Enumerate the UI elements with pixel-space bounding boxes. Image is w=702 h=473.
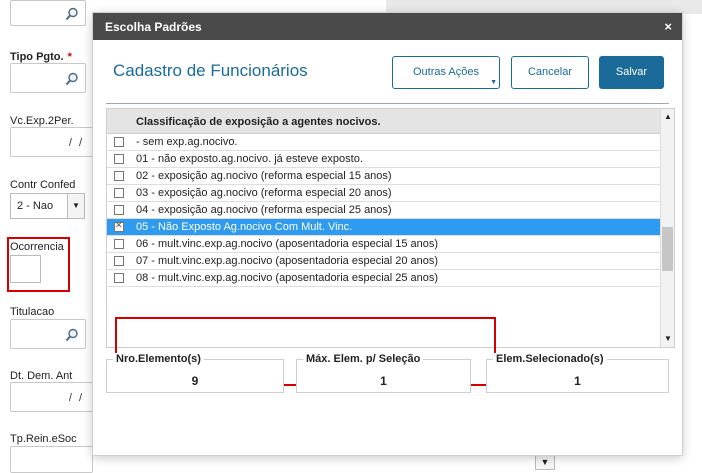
- close-icon[interactable]: ×: [664, 19, 672, 34]
- list-header: Classificação de exposição a agentes noc…: [107, 109, 660, 134]
- tp-rein-input[interactable]: [10, 446, 93, 473]
- other-actions-label: Outras Ações: [412, 66, 480, 78]
- max-selection-value: 1: [380, 374, 387, 388]
- label-tipo-pgto: Tipo Pgto. *: [10, 51, 72, 63]
- scroll-up-icon[interactable]: ▲: [662, 111, 674, 123]
- row-label: 06 - mult.vinc.exp.ag.nocivo (aposentado…: [136, 238, 439, 250]
- select-value: 2 - Nao: [17, 200, 54, 212]
- list-header-label: Classificação de exposição a agentes noc…: [136, 116, 381, 128]
- dialog-title: Escolha Padrões: [105, 20, 202, 34]
- row-checkbox[interactable]: [114, 188, 124, 198]
- list-item[interactable]: 06 - mult.vinc.exp.ag.nocivo (aposentado…: [107, 236, 660, 253]
- row-checkbox[interactable]: [114, 220, 124, 232]
- field-top[interactable]: [10, 0, 86, 26]
- divider: [106, 103, 669, 104]
- scroll-thumb[interactable]: [662, 227, 673, 271]
- cancel-button[interactable]: Cancelar: [511, 56, 589, 89]
- page-title: Cadastro de Funcionários: [113, 61, 308, 80]
- other-actions-button[interactable]: Outras Ações ▼: [392, 56, 500, 89]
- dialog-header: Escolha Padrões ×: [93, 13, 682, 40]
- contr-confed-select[interactable]: 2 - Nao ▼: [10, 193, 85, 219]
- list-item[interactable]: - sem exp.ag.nocivo.: [107, 134, 660, 151]
- list-item[interactable]: 03 - exposição ag.nocivo (reforma especi…: [107, 185, 660, 202]
- dt-dem-ant-input[interactable]: / /: [10, 382, 93, 412]
- list-rows: - sem exp.ag.nocivo. 01 - não exposto.ag.…: [107, 134, 660, 287]
- ocorrencia-input[interactable]: [10, 255, 41, 283]
- background-panel: [386, 0, 702, 14]
- search-icon[interactable]: [65, 72, 79, 86]
- save-button[interactable]: Salvar: [599, 56, 664, 89]
- row-label: 08 - mult.vinc.exp.ag.nocivo (aposentado…: [136, 272, 439, 284]
- label-titulacao: Titulacao: [10, 306, 55, 318]
- row-checkbox[interactable]: [114, 256, 124, 266]
- element-count-label: Nro.Elemento(s): [113, 353, 204, 365]
- vertical-scrollbar[interactable]: ▲ ▼: [660, 109, 674, 347]
- row-label: - sem exp.ag.nocivo.: [136, 136, 238, 148]
- list-item[interactable]: 08 - mult.vinc.exp.ag.nocivo (aposentado…: [107, 270, 660, 287]
- row-label: 04 - exposição ag.nocivo (reforma especi…: [136, 204, 392, 216]
- label-tp-rein: Tp.Rein.eSoc: [10, 433, 77, 445]
- max-selection-label: Máx. Elem. p/ Seleção: [303, 353, 424, 365]
- date-value: / /: [68, 137, 84, 149]
- max-selection-box: Máx. Elem. p/ Seleção 1: [296, 353, 471, 393]
- row-checkbox[interactable]: [114, 205, 124, 215]
- search-icon[interactable]: [65, 328, 79, 342]
- selected-count-box: Elem.Selecionado(s) 1: [486, 353, 669, 393]
- tipo-pgto-input[interactable]: [10, 63, 86, 93]
- row-label: 03 - exposição ag.nocivo (reforma especi…: [136, 187, 392, 199]
- row-label: 07 - mult.vinc.exp.ag.nocivo (aposentado…: [136, 255, 439, 267]
- list-item[interactable]: 02 - exposição ag.nocivo (reforma especi…: [107, 168, 660, 185]
- scroll-down-icon[interactable]: ▼: [662, 333, 674, 345]
- list-item[interactable]: 07 - mult.vinc.exp.ag.nocivo (aposentado…: [107, 253, 660, 270]
- label-dt-dem-ant: Dt. Dem. Ant: [10, 370, 73, 382]
- date-value: / /: [68, 392, 84, 404]
- element-count-value: 9: [191, 374, 199, 388]
- label-contr-confed: Contr Confed: [10, 179, 76, 191]
- search-icon[interactable]: [65, 7, 79, 21]
- row-checkbox[interactable]: [114, 171, 124, 181]
- list-item[interactable]: 05 - Não Exposto Ag.nocivo Com Mult. Vin…: [107, 219, 660, 236]
- row-label: 05 - Não Exposto Ag.nocivo Com Mult. Vin…: [136, 221, 353, 233]
- row-checkbox[interactable]: [114, 154, 124, 164]
- caret-down-icon: ▼: [490, 79, 497, 86]
- selected-count-label: Elem.Selecionado(s): [493, 353, 607, 365]
- titulacao-input[interactable]: [10, 319, 86, 349]
- vc-exp-date-input[interactable]: / /: [10, 127, 93, 157]
- row-label: 01 - não exposto.ag.nocivo. já esteve ex…: [136, 153, 363, 165]
- label-vc-exp: Vc.Exp.2Per.: [10, 115, 74, 127]
- chevron-down-icon[interactable]: ▼: [67, 194, 84, 218]
- list-item[interactable]: 01 - não exposto.ag.nocivo. já esteve ex…: [107, 151, 660, 168]
- options-list: Classificação de exposição a agentes noc…: [106, 108, 675, 386]
- selected-count-value: 1: [574, 374, 581, 388]
- row-checkbox[interactable]: [114, 239, 124, 249]
- element-count-box: Nro.Elemento(s) 9: [106, 353, 284, 393]
- list-item[interactable]: 04 - exposição ag.nocivo (reforma especi…: [107, 202, 660, 219]
- row-label: 02 - exposição ag.nocivo (reforma especi…: [136, 170, 392, 182]
- row-checkbox[interactable]: [114, 137, 124, 147]
- choose-defaults-dialog: Escolha Padrões × Cadastro de Funcionári…: [93, 13, 682, 455]
- row-checkbox[interactable]: [114, 273, 124, 283]
